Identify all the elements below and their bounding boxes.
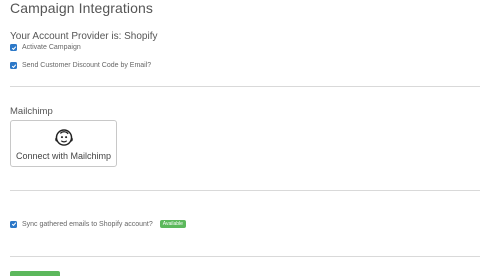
check-icon	[11, 222, 16, 227]
sync-emails-option[interactable]: Sync gathered emails to Shopify account?…	[10, 220, 186, 228]
check-icon	[11, 63, 16, 68]
divider	[10, 190, 480, 191]
mailchimp-section-title: Mailchimp	[10, 106, 53, 117]
connect-mailchimp-label: Connect with Mailchimp	[15, 151, 112, 161]
activate-campaign-checkbox[interactable]	[10, 44, 17, 51]
page-title: Campaign Integrations	[10, 0, 153, 16]
divider	[10, 86, 480, 87]
activate-campaign-label: Activate Campaign	[22, 44, 81, 51]
check-icon	[11, 45, 16, 50]
connect-mailchimp-button[interactable]: Connect with Mailchimp	[10, 120, 117, 167]
sync-emails-label: Sync gathered emails to Shopify account?	[22, 220, 153, 228]
activate-campaign-option[interactable]: Activate Campaign	[10, 44, 81, 51]
send-discount-label: Send Customer Discount Code by Email?	[22, 62, 152, 69]
send-discount-option[interactable]: Send Customer Discount Code by Email?	[10, 62, 151, 69]
available-badge: Available	[159, 220, 186, 228]
mailchimp-logo-icon	[55, 129, 73, 146]
account-provider-text: Your Account Provider is: Shopify	[10, 31, 158, 42]
send-discount-checkbox[interactable]	[10, 62, 17, 69]
save-button[interactable]	[10, 271, 60, 276]
sync-emails-checkbox[interactable]	[10, 220, 17, 228]
divider	[10, 256, 480, 257]
